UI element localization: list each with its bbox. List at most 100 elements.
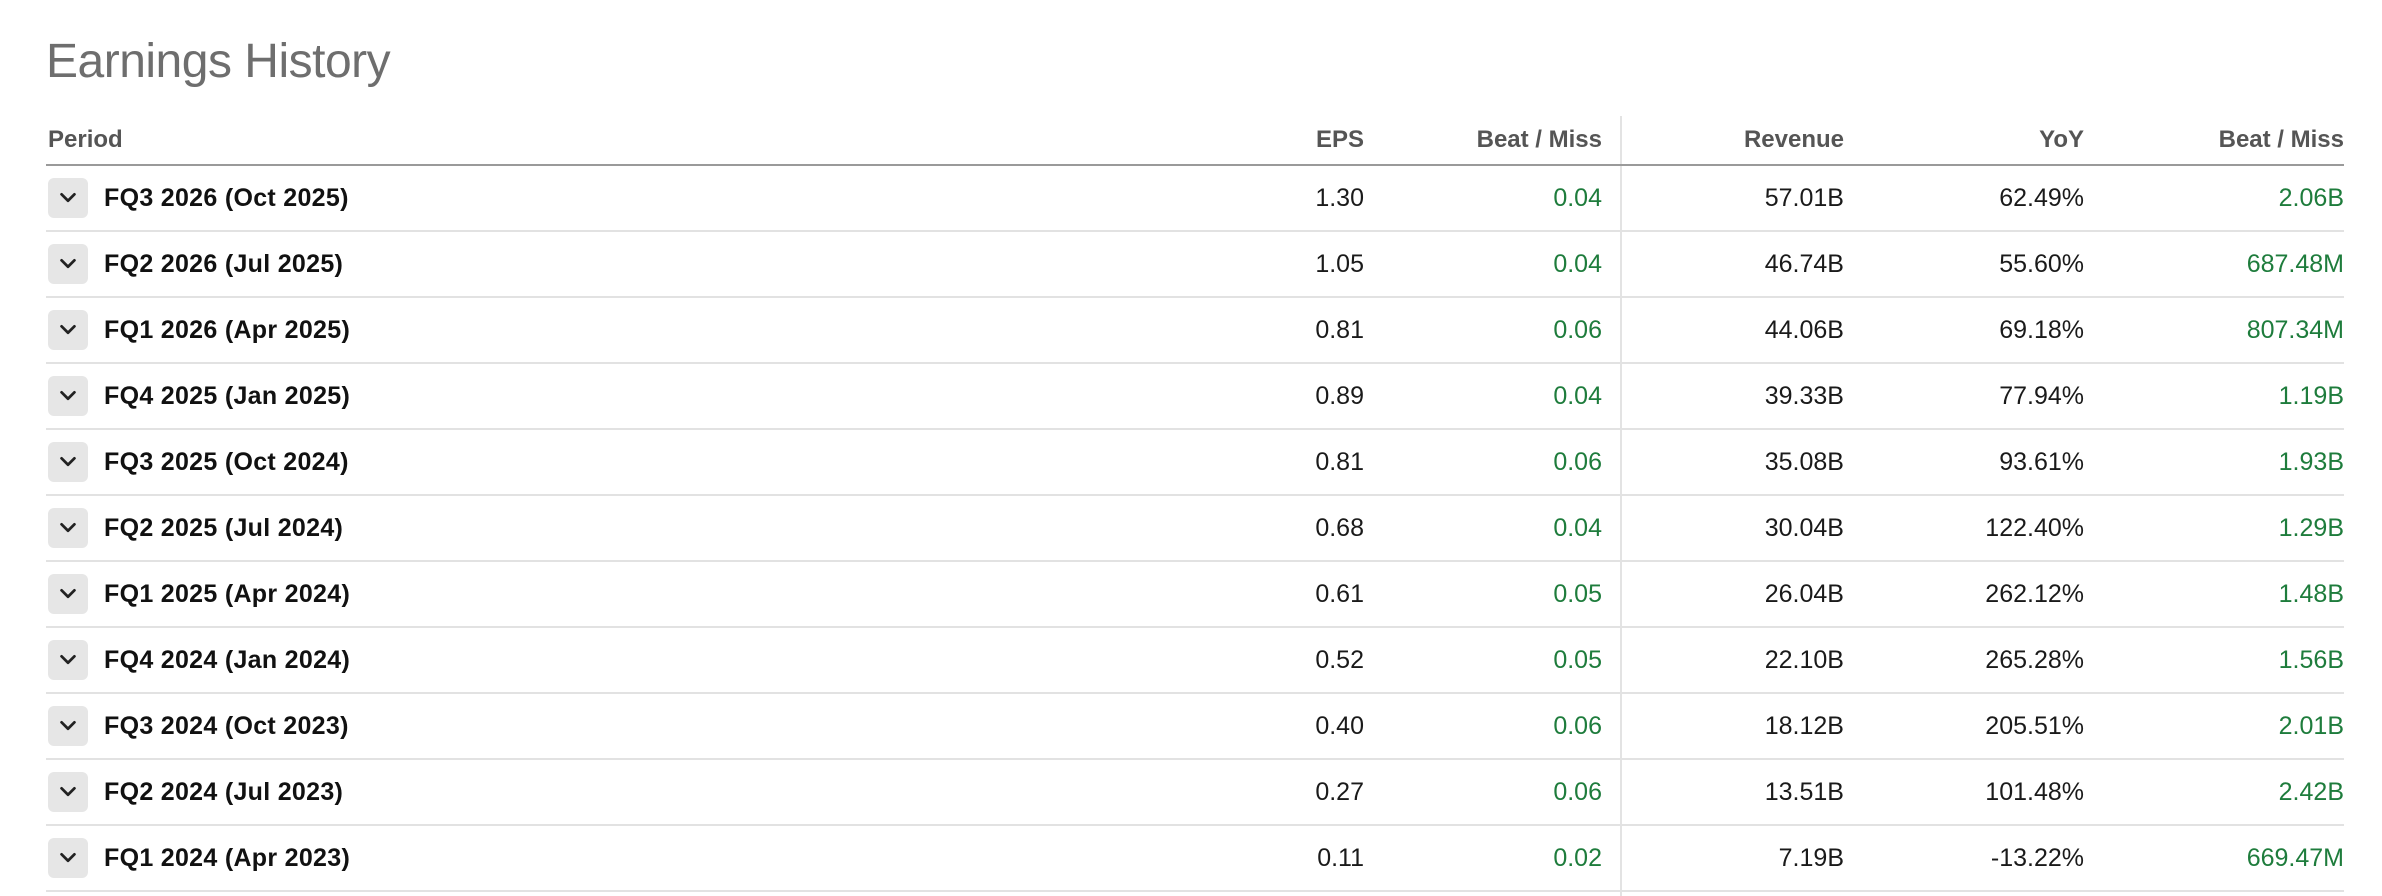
- column-header-yoy[interactable]: YoY: [2039, 116, 2084, 164]
- period-cell: FQ1 2026 (Apr 2025): [48, 298, 350, 362]
- eps-beat-miss-value: 0.04: [1553, 249, 1602, 278]
- eps-beat-miss-value: 0.02: [1553, 843, 1602, 872]
- expand-row-button[interactable]: [48, 574, 88, 614]
- period-cell: FQ4 2025 (Jan 2025): [48, 364, 350, 428]
- period-cell: FQ1 2025 (Apr 2024): [48, 562, 350, 626]
- period-cell: FQ2 2024 (Jul 2023): [48, 760, 343, 824]
- revenue-value: 7.19B: [1778, 843, 1844, 872]
- period-cell: FQ1 2024 (Apr 2023): [48, 826, 350, 890]
- period-label: FQ3 2024 (Oct 2023): [104, 711, 349, 740]
- period-label: FQ2 2024 (Jul 2023): [104, 777, 344, 806]
- period-cell: FQ3 2026 (Oct 2025): [48, 166, 349, 230]
- period-cell: FQ4 2024 (Jan 2024): [48, 628, 350, 692]
- column-header-revenue-beat-miss[interactable]: Beat / Miss: [2219, 116, 2344, 164]
- revenue-beat-miss-value: 1.29B: [2278, 513, 2344, 542]
- table-row: FQ3 2025 (Oct 2024) 0.81 0.06 35.08B 93.…: [46, 430, 2344, 496]
- column-header-period[interactable]: Period: [48, 116, 123, 164]
- expand-row-button[interactable]: [48, 376, 88, 416]
- revenue-beat-miss-value: 807.34M: [2246, 315, 2344, 344]
- chevron-down-icon: [60, 192, 76, 203]
- revenue-beat-miss-value: 1.56B: [2278, 645, 2344, 674]
- table-row: FQ2 2025 (Jul 2024) 0.68 0.04 30.04B 122…: [46, 496, 2344, 562]
- expand-row-button[interactable]: [48, 244, 88, 284]
- yoy-value: 265.28%: [1985, 645, 2084, 674]
- eps-value: 0.11: [1317, 843, 1364, 872]
- expand-row-button[interactable]: [48, 178, 88, 218]
- revenue-beat-miss-value: 687.48M: [2246, 249, 2344, 278]
- yoy-value: 93.61%: [1999, 447, 2084, 476]
- eps-value: 0.89: [1315, 381, 1364, 410]
- expand-row-button[interactable]: [48, 838, 88, 878]
- eps-value: 0.61: [1315, 579, 1364, 608]
- revenue-beat-miss-value: 669.47M: [2246, 843, 2344, 872]
- revenue-value: 13.51B: [1764, 777, 1844, 806]
- expand-row-button[interactable]: [48, 706, 88, 746]
- column-header-eps[interactable]: EPS: [1316, 116, 1364, 164]
- table-row: FQ3 2024 (Oct 2023) 0.40 0.06 18.12B 205…: [46, 694, 2344, 760]
- chevron-down-icon: [60, 456, 76, 467]
- eps-beat-miss-value: 0.05: [1553, 645, 1602, 674]
- chevron-down-icon: [60, 390, 76, 401]
- eps-beat-miss-value: 0.04: [1553, 183, 1602, 212]
- table-row: FQ3 2026 (Oct 2025) 1.30 0.04 57.01B 62.…: [46, 166, 2344, 232]
- expand-row-button[interactable]: [48, 442, 88, 482]
- period-label: FQ4 2025 (Jan 2025): [104, 381, 351, 410]
- yoy-value: 101.48%: [1985, 777, 2084, 806]
- period-label: FQ2 2026 (Jul 2025): [104, 249, 344, 278]
- revenue-value: 57.01B: [1764, 183, 1844, 212]
- period-label: FQ1 2024 (Apr 2023): [104, 843, 351, 872]
- period-label: FQ2 2025 (Jul 2024): [104, 513, 344, 542]
- eps-value: 0.68: [1315, 513, 1364, 542]
- expand-row-button[interactable]: [48, 508, 88, 548]
- table-header: Period EPS Beat / Miss Revenue YoY Beat …: [46, 116, 2344, 166]
- expand-row-button[interactable]: [48, 772, 88, 812]
- revenue-beat-miss-value: 1.19B: [2278, 381, 2344, 410]
- eps-value: 0.81: [1315, 447, 1364, 476]
- expand-row-button[interactable]: [48, 640, 88, 680]
- revenue-value: 26.04B: [1764, 579, 1844, 608]
- table-row: FQ1 2024 (Apr 2023) 0.11 0.02 7.19B -13.…: [46, 826, 2344, 892]
- expand-row-button[interactable]: [48, 310, 88, 350]
- eps-value: 1.05: [1315, 249, 1364, 278]
- table-row: FQ1 2026 (Apr 2025) 0.81 0.06 44.06B 69.…: [46, 298, 2344, 364]
- yoy-value: 205.51%: [1985, 711, 2084, 740]
- period-label: FQ1 2025 (Apr 2024): [104, 579, 351, 608]
- eps-beat-miss-value: 0.06: [1553, 315, 1602, 344]
- eps-beat-miss-value: 0.04: [1553, 381, 1602, 410]
- eps-value: 1.30: [1315, 183, 1364, 212]
- period-cell: FQ2 2026 (Jul 2025): [48, 232, 343, 296]
- period-cell: FQ2 2025 (Jul 2024): [48, 496, 343, 560]
- table-row: FQ2 2024 (Jul 2023) 0.27 0.06 13.51B 101…: [46, 760, 2344, 826]
- eps-value: 0.52: [1315, 645, 1364, 674]
- yoy-value: 55.60%: [1999, 249, 2084, 278]
- earnings-table: Period EPS Beat / Miss Revenue YoY Beat …: [46, 116, 2344, 896]
- period-cell: FQ3 2024 (Oct 2023): [48, 694, 349, 758]
- page-title: Earnings History: [46, 35, 391, 88]
- revenue-value: 44.06B: [1764, 315, 1844, 344]
- chevron-down-icon: [60, 588, 76, 599]
- period-label: FQ3 2025 (Oct 2024): [104, 447, 349, 476]
- eps-beat-miss-value: 0.06: [1553, 447, 1602, 476]
- table-row: FQ1 2025 (Apr 2024) 0.61 0.05 26.04B 262…: [46, 562, 2344, 628]
- revenue-value: 39.33B: [1764, 381, 1844, 410]
- eps-value: 0.81: [1315, 315, 1364, 344]
- period-cell: FQ3 2025 (Oct 2024): [48, 430, 349, 494]
- yoy-value: -13.22%: [1990, 843, 2084, 872]
- revenue-value: 18.12B: [1764, 711, 1844, 740]
- yoy-value: 122.40%: [1985, 513, 2084, 542]
- chevron-down-icon: [60, 324, 76, 335]
- period-label: FQ3 2026 (Oct 2025): [104, 183, 349, 212]
- period-label: FQ4 2024 (Jan 2024): [104, 645, 351, 674]
- eps-beat-miss-value: 0.06: [1553, 711, 1602, 740]
- chevron-down-icon: [60, 786, 76, 797]
- table-row: FQ4 2025 (Jan 2025) 0.89 0.04 39.33B 77.…: [46, 364, 2344, 430]
- revenue-value: 35.08B: [1764, 447, 1844, 476]
- yoy-value: 62.49%: [1999, 183, 2084, 212]
- period-label: FQ1 2026 (Apr 2025): [104, 315, 351, 344]
- yoy-value: 69.18%: [1999, 315, 2084, 344]
- revenue-value: 22.10B: [1764, 645, 1844, 674]
- column-header-revenue[interactable]: Revenue: [1744, 116, 1844, 164]
- eps-beat-miss-value: 0.06: [1553, 777, 1602, 806]
- column-header-eps-beat-miss[interactable]: Beat / Miss: [1477, 116, 1602, 164]
- chevron-down-icon: [60, 720, 76, 731]
